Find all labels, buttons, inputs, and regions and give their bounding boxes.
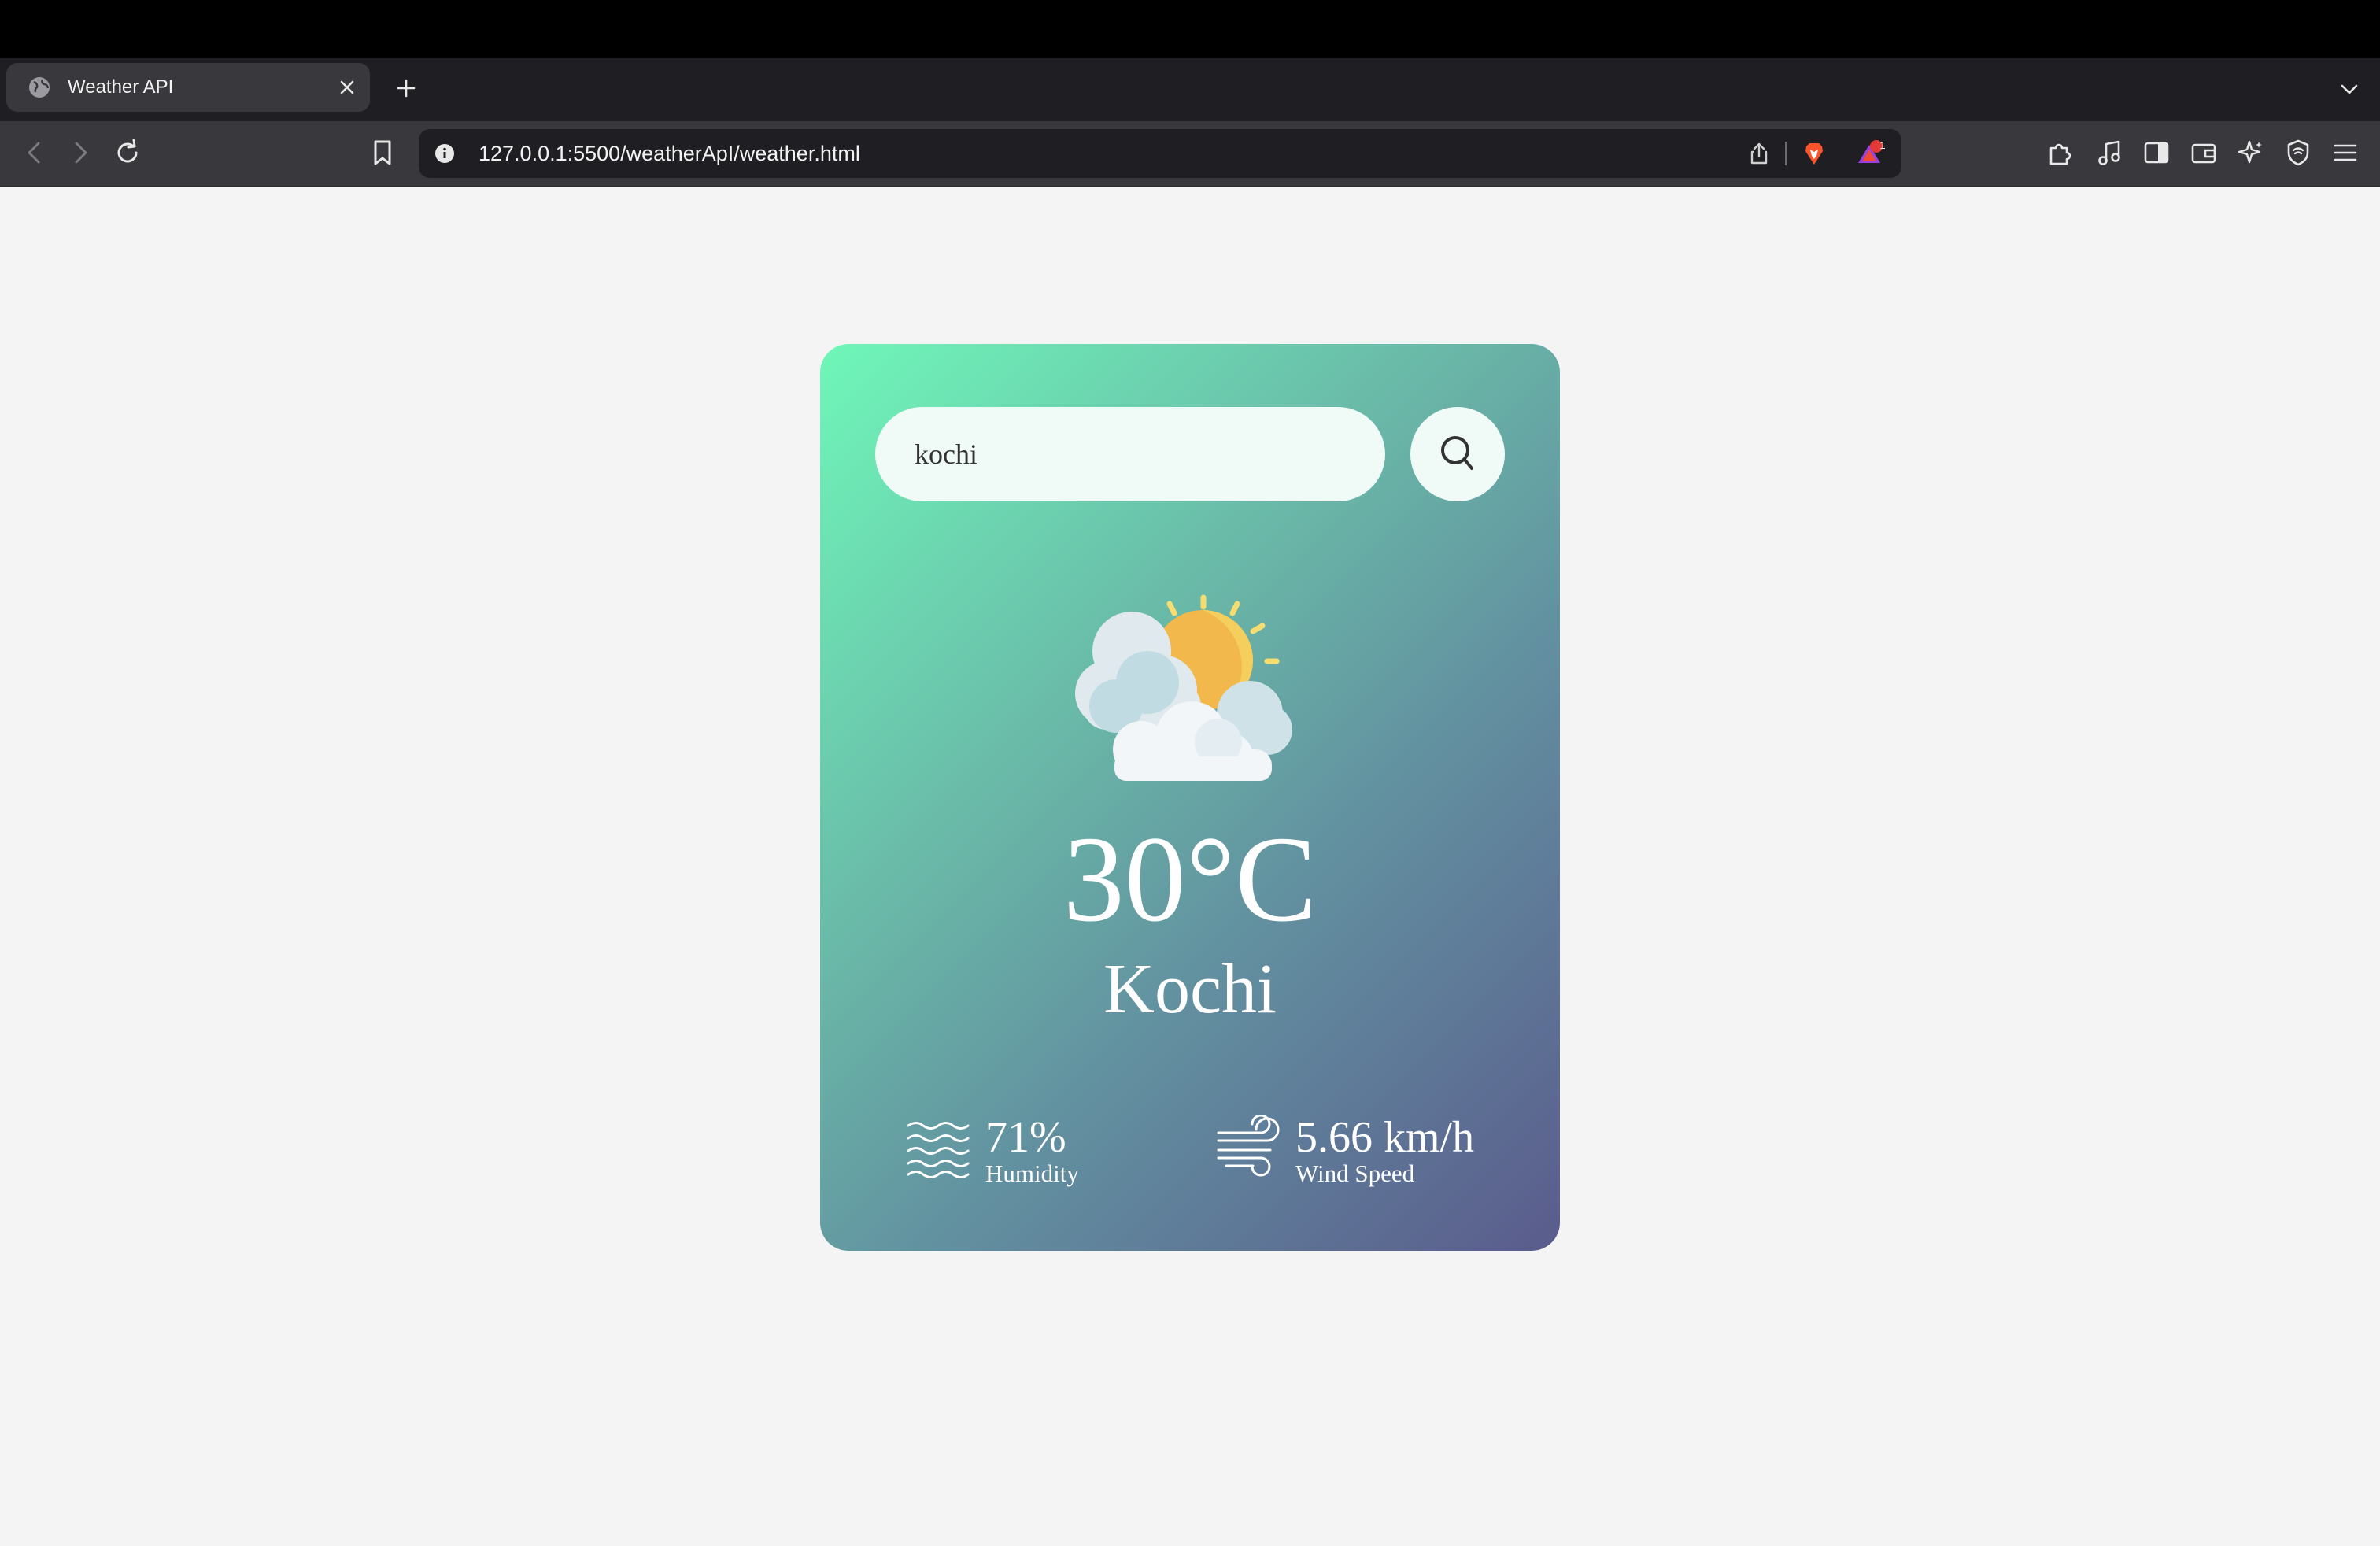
reload-icon[interactable] (110, 135, 145, 170)
address-bar[interactable]: 127.0.0.1:5500/weatherApI/weather.html 1 (419, 129, 1901, 178)
vpn-shield-icon[interactable] (2282, 137, 2314, 168)
leo-ai-icon[interactable] (2235, 137, 2267, 168)
tab-weather-api[interactable]: Weather API (6, 63, 370, 112)
temperature-value: 30°C (1062, 811, 1318, 947)
humidity-value: 71% (985, 1113, 1066, 1162)
screen-top-bar (0, 0, 2380, 58)
menu-icon[interactable] (2330, 137, 2361, 168)
sidebar-icon[interactable] (2141, 137, 2172, 168)
wind-speed-value: 5.66 km/h (1295, 1113, 1475, 1162)
humidity-label: Humidity (985, 1160, 1079, 1187)
notification-badge: 1 (1879, 139, 1886, 151)
share-icon[interactable] (1746, 140, 1772, 167)
bookmark-icon[interactable] (365, 135, 400, 170)
wind-speed-label: Wind Speed (1295, 1160, 1415, 1187)
address-bar-divider (1785, 142, 1787, 165)
back-icon[interactable] (17, 135, 52, 170)
tab-title: Weather API (68, 76, 174, 98)
search-icon (1441, 436, 1473, 470)
globe-icon (29, 77, 50, 98)
site-info-icon[interactable] (434, 143, 455, 164)
wallet-icon[interactable] (2188, 137, 2219, 168)
chevron-down-icon[interactable] (2336, 76, 2363, 102)
partly-cloudy-icon (1075, 594, 1292, 781)
city-search-input[interactable] (875, 407, 1385, 501)
weather-card: 30°C Kochi 71% Humidity 5.66 km/h Wind S (820, 344, 1560, 1251)
page-viewport: 30°C Kochi 71% Humidity 5.66 km/h Wind S (0, 187, 2380, 1546)
new-tab-icon[interactable] (393, 75, 419, 102)
tab-strip: Weather API (0, 58, 2380, 121)
humidity-icon (907, 1122, 970, 1178)
browser-toolbar: 127.0.0.1:5500/weatherApI/weather.html 1 (0, 121, 2380, 187)
search-button[interactable] (1410, 407, 1505, 501)
forward-icon[interactable] (63, 135, 98, 170)
wind-icon (1217, 1115, 1280, 1177)
url-text: 127.0.0.1:5500/weatherApI/weather.html (479, 142, 860, 165)
city-name: Kochi (1103, 950, 1277, 1028)
extensions-icon[interactable] (2045, 137, 2076, 168)
brave-shields-icon[interactable] (1801, 140, 1828, 167)
media-icon[interactable] (2094, 137, 2125, 168)
close-tab-icon[interactable] (335, 76, 359, 99)
